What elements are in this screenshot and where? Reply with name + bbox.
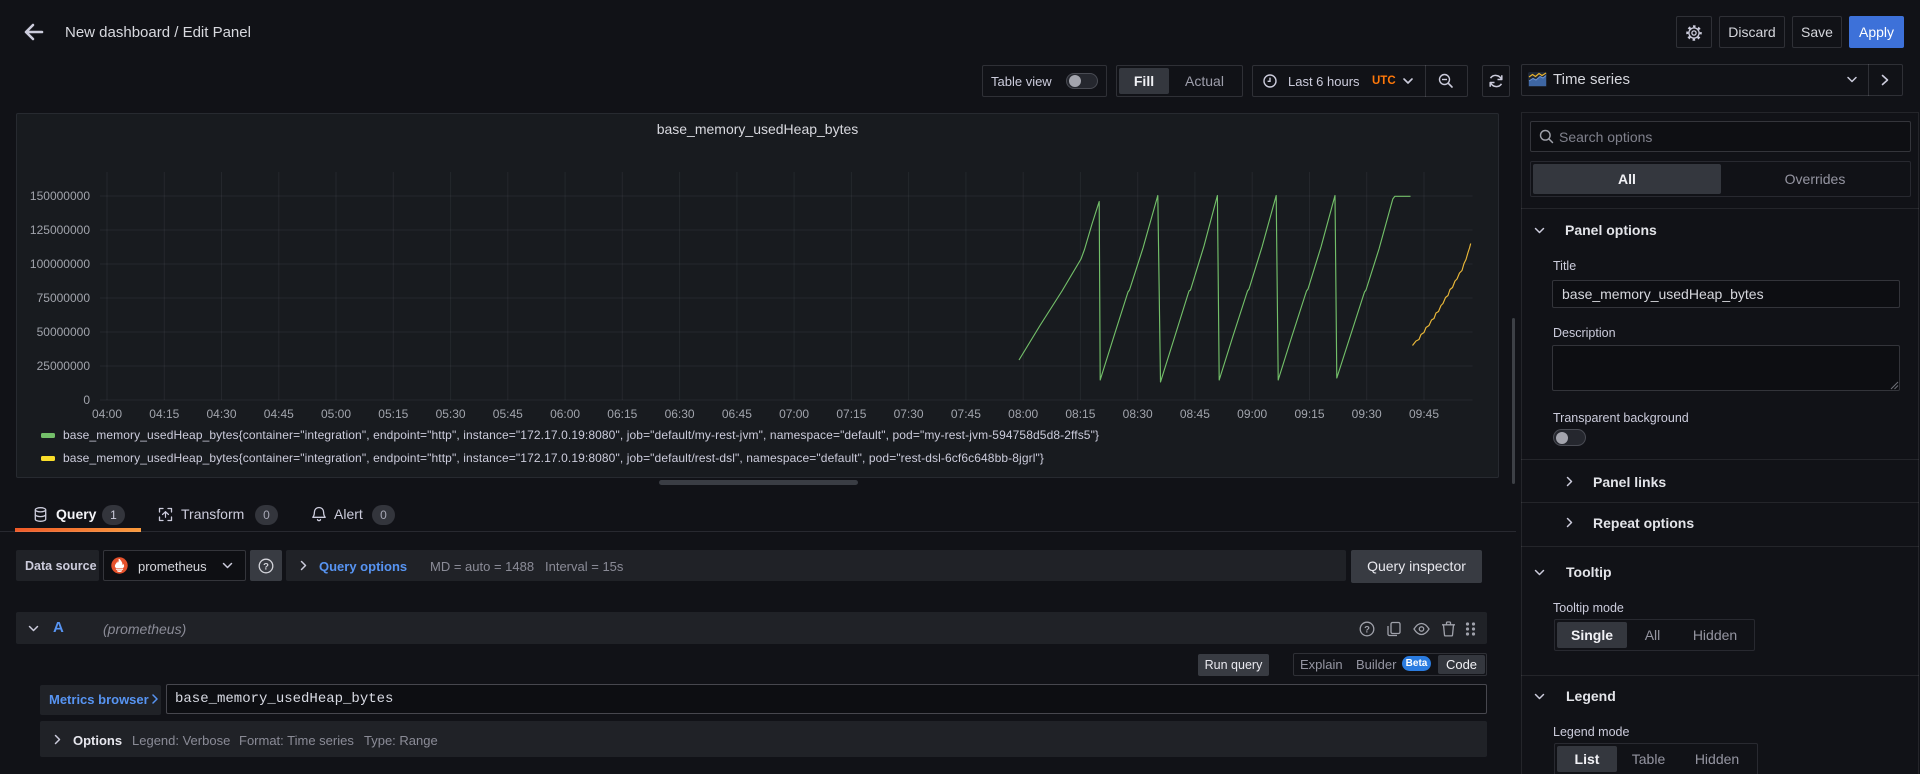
svg-text:06:30: 06:30 xyxy=(665,407,695,421)
svg-text:125000000: 125000000 xyxy=(30,223,90,237)
svg-text:?: ? xyxy=(1364,624,1370,635)
svg-text:100000000: 100000000 xyxy=(30,257,90,271)
svg-text:07:00: 07:00 xyxy=(779,407,809,421)
svg-text:07:15: 07:15 xyxy=(836,407,866,421)
svg-text:07:30: 07:30 xyxy=(894,407,924,421)
svg-text:08:00: 08:00 xyxy=(1008,407,1038,421)
svg-text:0: 0 xyxy=(83,393,90,407)
svg-text:25000000: 25000000 xyxy=(37,359,91,373)
svg-text:08:30: 08:30 xyxy=(1123,407,1153,421)
svg-text:04:00: 04:00 xyxy=(92,407,122,421)
svg-text:06:00: 06:00 xyxy=(550,407,580,421)
svg-text:08:15: 08:15 xyxy=(1065,407,1095,421)
svg-text:150000000: 150000000 xyxy=(30,189,90,203)
svg-text:05:30: 05:30 xyxy=(436,407,466,421)
svg-text:05:00: 05:00 xyxy=(321,407,351,421)
svg-text:75000000: 75000000 xyxy=(37,291,91,305)
svg-text:07:45: 07:45 xyxy=(951,407,981,421)
svg-text:09:15: 09:15 xyxy=(1294,407,1324,421)
svg-text:09:30: 09:30 xyxy=(1352,407,1382,421)
svg-text:09:00: 09:00 xyxy=(1237,407,1267,421)
svg-text:06:15: 06:15 xyxy=(607,407,637,421)
svg-text:?: ? xyxy=(263,561,269,572)
svg-text:08:45: 08:45 xyxy=(1180,407,1210,421)
svg-text:04:15: 04:15 xyxy=(149,407,179,421)
svg-text:09:45: 09:45 xyxy=(1409,407,1439,421)
svg-text:06:45: 06:45 xyxy=(722,407,752,421)
svg-text:04:30: 04:30 xyxy=(206,407,236,421)
svg-text:05:15: 05:15 xyxy=(378,407,408,421)
svg-text:05:45: 05:45 xyxy=(493,407,523,421)
svg-text:50000000: 50000000 xyxy=(37,325,91,339)
svg-text:04:45: 04:45 xyxy=(264,407,294,421)
